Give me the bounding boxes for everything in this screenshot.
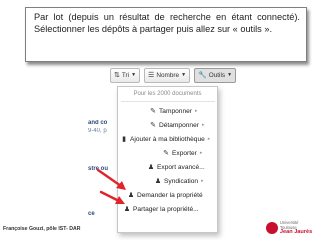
wrench-icon: 🔧 [198, 72, 207, 79]
menu-item-exporter[interactable]: ✎ Exporter ▸ [162, 148, 202, 158]
tag-remove-icon: ✎ [150, 122, 156, 129]
tag-icon: ✎ [150, 108, 156, 115]
menu-item-label: Syndication [164, 177, 199, 185]
menu-item-label: Ajouter à ma bibliothèque [130, 135, 205, 143]
list-icon: ☰ [148, 72, 155, 79]
tools-button[interactable]: 🔧 Outils ▼ [194, 68, 237, 83]
chevron-down-icon: ▼ [227, 72, 233, 78]
sort-button[interactable]: ⇅ Tri ▼ [110, 68, 141, 83]
user-syndication-icon: ♟ [154, 178, 162, 185]
count-label: Nombre [156, 72, 180, 79]
menu-divider [121, 101, 215, 102]
menu-item-label: Exporter [172, 149, 197, 157]
chevron-right-icon: ▸ [199, 150, 203, 156]
sort-icon: ⇅ [114, 72, 120, 79]
menu-item-label: Tamponner [159, 107, 192, 115]
logo-mark-icon [266, 221, 278, 234]
result-title-fragment[interactable]: and co [88, 120, 118, 126]
menu-item-syndication[interactable]: ♟ Syndication ▸ [154, 176, 204, 186]
logo-line-2: Jean Jaurès [279, 229, 313, 235]
university-logo: Université Toulouse Jean Jaurès [266, 219, 316, 236]
red-arrow-icon [96, 168, 126, 204]
menu-item-label: Détamponner [159, 121, 199, 129]
author-credit: Françoise Gouzi, pôle IST- DAR [3, 226, 81, 232]
result-meta-fragment: 9-40, p [88, 128, 107, 134]
results-toolbar: ⇅ Tri ▼ ☰ Nombre ▼ 🔧 Outils ▼ [110, 68, 237, 83]
menu-header: Pour les 2000 documents [133, 91, 202, 97]
tools-label: Outils [208, 72, 226, 79]
chevron-right-icon: ▸ [195, 108, 198, 114]
chevron-down-icon: ▼ [131, 72, 137, 78]
callout-text: Par lot (depuis un résultat de recherche… [34, 12, 300, 35]
logo-text: Université Toulouse Jean Jaurès [280, 220, 316, 235]
sort-label: Tri [121, 72, 130, 79]
menu-item-label: Export avancé... [157, 163, 205, 171]
chevron-down-icon: ▼ [181, 72, 187, 78]
chevron-right-icon: ▸ [201, 122, 205, 128]
chevron-right-icon: ▸ [207, 136, 211, 142]
export-icon: ✎ [163, 150, 169, 157]
book-icon: ▮ [122, 136, 126, 143]
instruction-callout: Par lot (depuis un résultat de recherche… [25, 7, 307, 62]
user-export-icon: ♟ [147, 164, 155, 171]
chevron-right-icon: ▸ [201, 178, 204, 184]
menu-item-tamponner[interactable]: ✎ Tamponner ▸ [149, 106, 198, 116]
menu-item-demander-propriete[interactable]: ♟ Demander la propriété [127, 190, 203, 200]
count-button[interactable]: ☰ Nombre ▼ [144, 68, 191, 83]
menu-item-ajouter-bibliotheque[interactable]: ▮ Ajouter à ma bibliothèque ▸ [120, 134, 210, 144]
menu-item-detamponner[interactable]: ✎ Détamponner ▸ [149, 120, 204, 130]
menu-item-label: Demander la propriété [137, 191, 203, 199]
menu-item-export-avance[interactable]: ♟ Export avancé... [147, 162, 205, 172]
menu-item-label: Partager la propriété... [133, 205, 199, 213]
